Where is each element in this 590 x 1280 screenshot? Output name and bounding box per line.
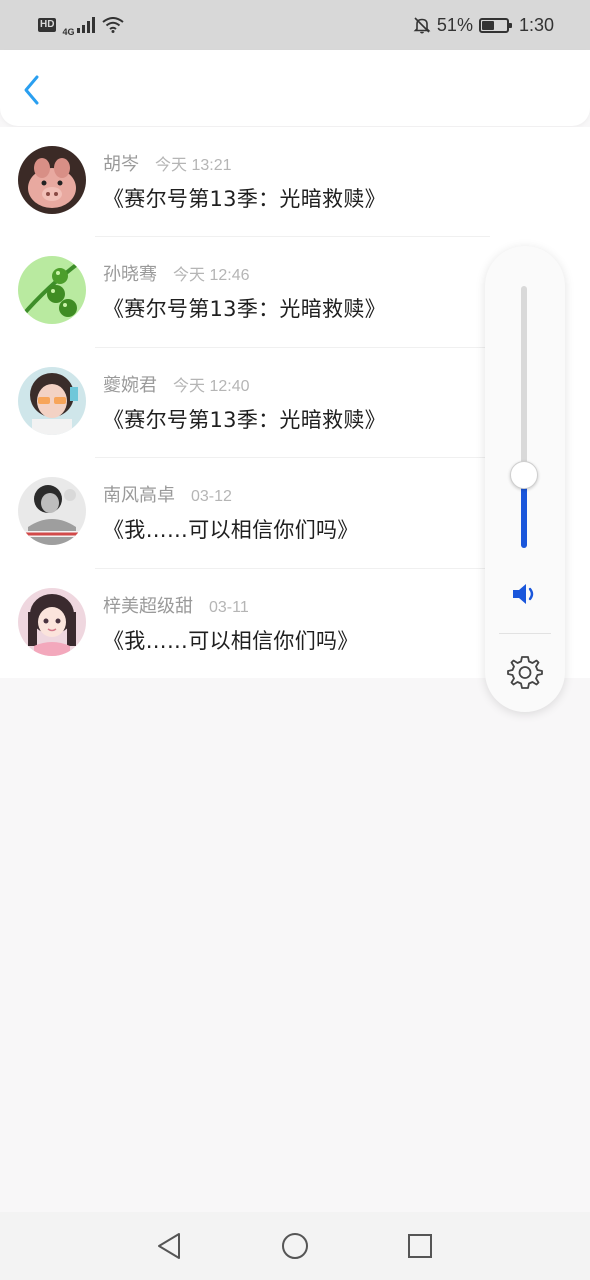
battery-level-fill	[481, 20, 495, 30]
message-time: 03-12	[191, 488, 232, 506]
message-text: 《我……可以相信你们吗》	[103, 628, 359, 653]
row-header: 南风高卓 03-12	[103, 481, 232, 507]
nav-recents-button[interactable]	[402, 1228, 438, 1264]
status-bar: HD 4G 51% 1:30	[0, 0, 590, 50]
anime-girl-avatar-image	[18, 587, 86, 656]
volume-slider-thumb[interactable]	[510, 460, 538, 489]
message-time: 今天 13:21	[155, 157, 232, 174]
sound-settings-button[interactable]	[505, 652, 545, 692]
list-item[interactable]: 胡岑 今天 13:21 《赛尔号第13季：光暗救赎》	[0, 127, 590, 238]
message-text: 《赛尔号第13季：光暗救赎》	[103, 187, 386, 211]
mute-bell-icon	[413, 17, 431, 34]
avatar	[18, 146, 86, 214]
bw-photo-avatar-image	[18, 477, 86, 546]
volume-slider[interactable]	[510, 286, 538, 548]
sender-name: 孙晓骞	[103, 264, 157, 286]
row-header: 胡岑 今天 13:21	[103, 150, 232, 176]
recents-square-icon	[408, 1234, 432, 1258]
row-header: 孙晓骞 今天 12:46	[103, 260, 250, 286]
wifi-icon	[102, 17, 125, 33]
sender-name: 南风高卓	[103, 485, 175, 507]
status-right: 51% 1:30	[413, 15, 554, 36]
sender-name: 梓美超级甜	[103, 595, 193, 617]
back-triangle-icon	[158, 1233, 180, 1259]
clock: 1:30	[518, 14, 554, 35]
system-nav-bar	[0, 1212, 590, 1280]
status-left: HD 4G	[38, 13, 125, 37]
network-type-label: 4G	[62, 27, 75, 37]
home-circle-icon	[282, 1233, 308, 1259]
avatar	[18, 587, 86, 656]
back-button[interactable]	[14, 72, 50, 108]
message-text: 《我……可以相信你们吗》	[103, 518, 359, 543]
pig-avatar-image	[18, 146, 86, 214]
sender-name: 夔婉君	[103, 374, 157, 396]
row-header: 夔婉君 今天 12:40	[103, 371, 250, 397]
top-app-bar	[0, 50, 590, 126]
speaker-icon	[513, 584, 534, 604]
avatar	[18, 477, 86, 546]
nav-home-button[interactable]	[277, 1228, 313, 1264]
speaker-button[interactable]	[509, 578, 541, 610]
nav-back-button[interactable]	[151, 1228, 187, 1264]
signal-icon	[77, 17, 96, 33]
gear-icon	[507, 656, 543, 689]
girl-avatar-image	[18, 366, 86, 435]
sender-name: 胡岑	[103, 154, 139, 175]
chevron-left-icon	[24, 75, 39, 105]
message-time: 今天 12:46	[173, 267, 250, 285]
avatar	[18, 366, 86, 435]
message-time: 今天 12:40	[173, 377, 250, 395]
battery-icon	[478, 17, 512, 33]
battery-percent: 51%	[436, 14, 473, 35]
avatar	[18, 256, 86, 325]
volume-panel	[485, 246, 565, 712]
message-time: 03-11	[209, 598, 249, 616]
hd-icon: HD	[38, 18, 57, 32]
row-header: 梓美超级甜 03-11	[103, 592, 249, 618]
panel-divider	[499, 633, 551, 634]
green-fruit-avatar-image	[18, 256, 86, 325]
message-text: 《赛尔号第13季：光暗救赎》	[103, 407, 386, 432]
message-text: 《赛尔号第13季：光暗救赎》	[103, 297, 386, 322]
